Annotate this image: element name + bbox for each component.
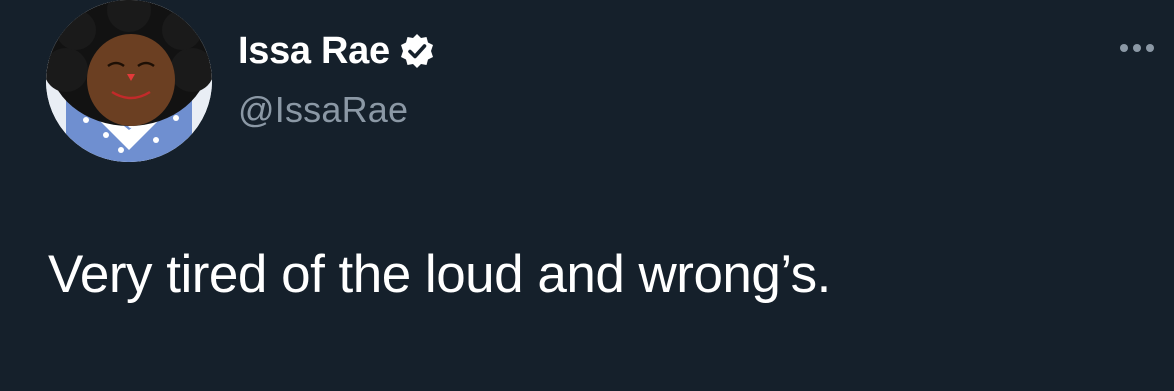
more-horizontal-icon[interactable] bbox=[1116, 36, 1162, 60]
user-handle[interactable]: @IssaRae bbox=[238, 88, 408, 132]
display-name[interactable]: Issa Rae bbox=[238, 28, 390, 74]
ragdoll-avatar-icon bbox=[46, 0, 212, 162]
author-name-row[interactable]: Issa Rae bbox=[238, 28, 436, 74]
tweet-card: Issa Rae @IssaRae Very tired of the loud… bbox=[0, 0, 1174, 391]
avatar[interactable] bbox=[46, 0, 212, 162]
verified-badge-icon bbox=[398, 32, 436, 70]
tweet-text: Very tired of the loud and wrong’s. bbox=[48, 245, 831, 304]
